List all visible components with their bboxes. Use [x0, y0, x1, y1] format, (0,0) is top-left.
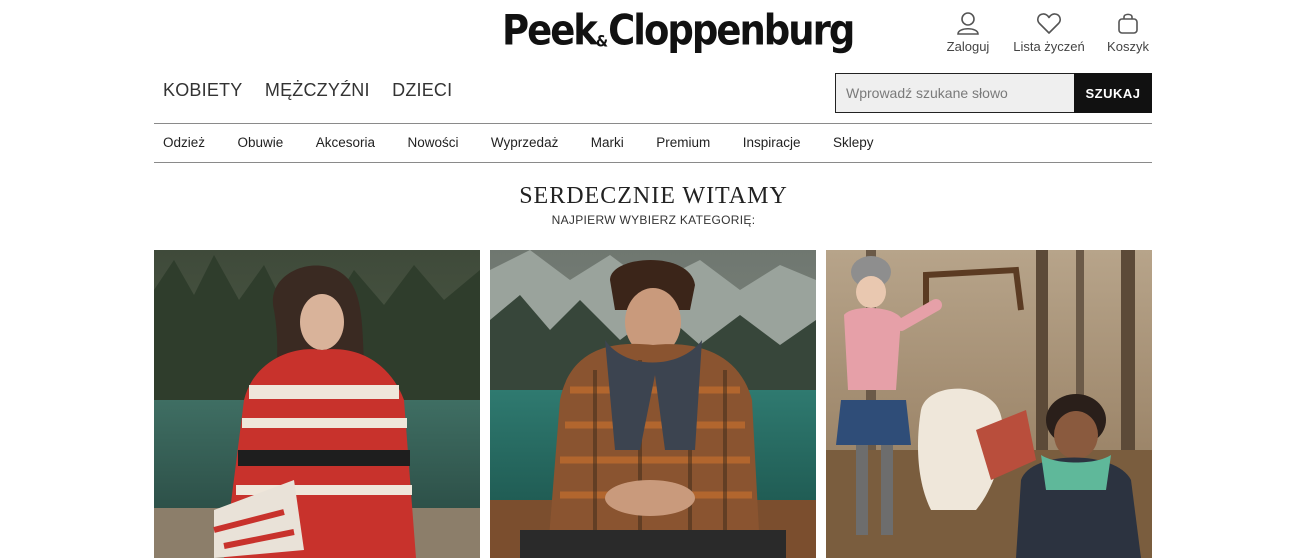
search-input[interactable] [835, 73, 1075, 113]
login-label: Zaloguj [946, 39, 990, 54]
nav-women[interactable]: KOBIETY [163, 80, 242, 101]
subnav-clothing[interactable]: Odzież [163, 135, 205, 150]
wishlist-button[interactable]: Lista życzeń [1012, 10, 1086, 54]
welcome-section: SERDECZNIE WITAMY NAJPIERW WYBIERZ KATEG… [0, 183, 1307, 227]
welcome-title: SERDECZNIE WITAMY [519, 183, 788, 209]
search-button[interactable]: SZUKAJ [1074, 73, 1152, 113]
nav-divider-top [154, 123, 1152, 124]
category-tile-kids[interactable] [826, 250, 1152, 558]
subnav-brands[interactable]: Marki [591, 135, 624, 150]
subnav-shoes[interactable]: Obuwie [237, 135, 283, 150]
welcome-subtitle: NAJPIERW WYBIERZ KATEGORIĘ: [551, 213, 756, 227]
subnav-sale[interactable]: Wyprzedaż [491, 135, 558, 150]
account-actions: Zaloguj Lista życzeń Koszyk [930, 10, 1160, 60]
heart-icon [1037, 13, 1061, 34]
site-header: Peek&Cloppenburg Zaloguj Lista życzeń Ko… [0, 0, 1307, 70]
logo-text-left: Peek [502, 6, 598, 55]
wishlist-label: Lista życzeń [1013, 39, 1085, 54]
category-tiles [154, 250, 1152, 558]
men-category-image [490, 250, 816, 558]
main-category-nav: KOBIETY MĘŻCZYŹNI DZIECI [163, 80, 470, 106]
kids-category-image [826, 250, 1152, 558]
bag-icon [1118, 13, 1138, 34]
subnav-inspiration[interactable]: Inspiracje [743, 135, 801, 150]
subnav-new-arrivals[interactable]: Nowości [407, 135, 458, 150]
cart-button[interactable]: Koszyk [1104, 10, 1152, 54]
user-icon [957, 12, 979, 35]
logo-text-right: Cloppenburg [608, 6, 855, 55]
category-tile-women[interactable] [154, 250, 480, 558]
nav-men[interactable]: MĘŻCZYŹNI [265, 80, 370, 101]
sub-category-nav: Odzież Obuwie Akcesoria Nowości Wyprzeda… [163, 134, 901, 154]
search-form: SZUKAJ [835, 73, 1152, 113]
women-category-image [154, 250, 480, 558]
subnav-premium[interactable]: Premium [656, 135, 710, 150]
logo-ampersand: & [595, 33, 609, 52]
login-button[interactable]: Zaloguj [938, 10, 998, 54]
category-tile-men[interactable] [490, 250, 816, 558]
nav-divider-bottom [154, 162, 1152, 163]
nav-kids[interactable]: DZIECI [392, 80, 452, 101]
cart-label: Koszyk [1107, 39, 1149, 54]
subnav-stores[interactable]: Sklepy [833, 135, 874, 150]
brand-logo[interactable]: Peek&Cloppenburg [502, 5, 855, 57]
subnav-accessories[interactable]: Akcesoria [316, 135, 375, 150]
